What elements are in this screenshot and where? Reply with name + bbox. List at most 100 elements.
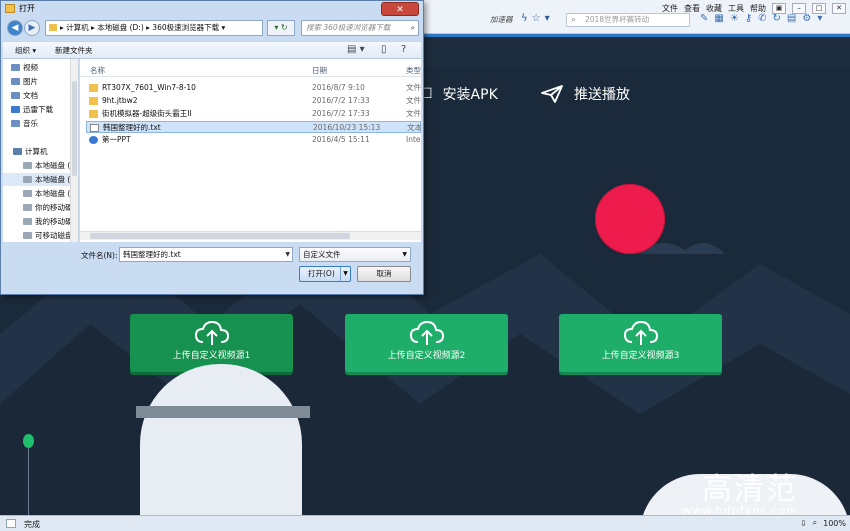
nav-documents[interactable]: 文档 [3, 89, 71, 102]
bookmark-icon[interactable]: ▤ [787, 13, 796, 24]
picture-library-icon [11, 78, 20, 85]
file-name: 韩国整理好的.txt [103, 123, 161, 132]
more-icon[interactable]: ▾ [817, 13, 822, 24]
nav-push-play-label: 推送播放 [574, 87, 630, 103]
file-row[interactable]: 第一PPT 2016/4/5 15:11 Inte [86, 134, 421, 146]
path-drive-d[interactable]: 本地磁盘 (D:) [97, 23, 144, 32]
address-bar[interactable]: ▸ 计算机 ▸ 本地磁盘 (D:) ▸ 360极速浏览器下载 ▾ [45, 20, 263, 36]
removable-drive-icon [23, 218, 32, 225]
view-options-icon[interactable]: ▤ ▾ [347, 44, 365, 55]
nav-drive-c[interactable]: 本地磁盘 (C:) [3, 159, 71, 172]
help-icon[interactable]: ? [401, 44, 406, 55]
nav-removable-1[interactable]: 你的移动硬盘 [3, 201, 71, 214]
settings-icon[interactable]: ⚙ [802, 13, 811, 24]
antenna-light [23, 434, 34, 448]
nav-removable-1-label: 你的移动硬盘 [35, 203, 71, 212]
menu-favorites[interactable]: 收藏 [706, 3, 722, 14]
file-row[interactable]: 9ht.jtbw2 2016/7/2 17:33 文件 [86, 95, 421, 107]
file-list-scroll-thumb[interactable] [90, 233, 350, 239]
file-type: 文本 [407, 123, 421, 132]
forward-button[interactable]: ▶ [24, 20, 40, 36]
nav-pane-scrollbar[interactable] [70, 59, 78, 242]
path-download-folder[interactable]: 360极速浏览器下载 [152, 23, 219, 32]
maximize-button[interactable]: □ [812, 2, 826, 14]
key-icon[interactable]: ⚷ [745, 13, 752, 24]
open-split-dropdown[interactable]: ▼ [340, 267, 350, 281]
column-name[interactable]: 名称 [90, 65, 105, 76]
search-icon: ⌕ [410, 23, 415, 32]
nav-push-play[interactable]: 推送播放 [540, 84, 630, 104]
cancel-button[interactable]: 取消 [357, 266, 411, 282]
translate-icon[interactable]: ☀ [730, 13, 739, 24]
zoom-level[interactable]: 100% [823, 519, 846, 528]
file-list-scrollbar[interactable] [80, 231, 421, 240]
browser-search-input[interactable]: ⌕ 2018世界杯赛转动 [566, 13, 690, 27]
file-row-selected[interactable]: 韩国整理好的.txt 2016/10/23 15:13 文本 [86, 121, 421, 133]
folder-icon [5, 4, 15, 13]
folder-search-input[interactable]: 搜索 360极速浏览器下载 ⌕ [301, 20, 419, 36]
new-folder-button[interactable]: 新建文件夹 [55, 45, 93, 56]
nav-music[interactable]: 音乐 [3, 117, 71, 130]
organize-button[interactable]: 组织 ▾ [15, 45, 36, 56]
upload-source-2-button[interactable]: 上传自定义视频源2 [345, 314, 508, 372]
file-type: 文件 [406, 96, 421, 105]
menu-view[interactable]: 查看 [684, 3, 700, 14]
watermark-logo: 高清范 [702, 472, 798, 507]
shortcut-icon [89, 136, 98, 144]
preview-pane-icon[interactable]: ▯ [381, 44, 387, 55]
music-library-icon [11, 120, 20, 127]
menu-help[interactable]: 帮助 [750, 3, 766, 14]
drive-icon [23, 162, 32, 169]
menu-file[interactable]: 文件 [662, 3, 678, 14]
lightning-icon[interactable]: ϟ [521, 13, 528, 24]
zoom-icon[interactable]: ⌕ [813, 518, 817, 528]
menu-tools[interactable]: 工具 [728, 3, 744, 14]
file-row[interactable]: 街机模拟器-超级街头霸王II 2016/7/2 17:33 文件 [86, 108, 421, 120]
refresh-icon[interactable]: ↻ [773, 13, 781, 24]
filetype-select[interactable]: 自定义文件 ▼ [299, 247, 411, 262]
nav-thunder-downloads[interactable]: 迅雷下载 [3, 103, 71, 116]
chat-icon[interactable]: ✎ [700, 13, 708, 24]
nav-videos[interactable]: 视频 [3, 61, 71, 74]
open-button[interactable]: 打开(O) ▼ [299, 266, 351, 282]
minimize-button[interactable]: – [792, 2, 806, 14]
nav-pictures[interactable]: 图片 [3, 75, 71, 88]
file-row[interactable]: RT307X_7601_Win7-8-10 2016/8/7 9:10 文件 [86, 82, 421, 94]
nav-removable-2[interactable]: 我的移动硬盘 [3, 215, 71, 228]
watermark-url: www.hdpfans.com [682, 504, 798, 515]
filename-input[interactable]: 韩国整理好的.txt ▼ [119, 247, 293, 262]
upload-source-1-label: 上传自定义视频源1 [172, 351, 251, 361]
nav-computer[interactable]: 计算机 [3, 145, 71, 158]
file-name: 9ht.jtbw2 [102, 96, 138, 105]
cloud-upload-icon [194, 320, 229, 345]
nav-install-apk[interactable]: ☐ 安装APK [420, 84, 498, 104]
wrench-icon[interactable]: ✆ [758, 13, 766, 24]
file-date: 2016/7/2 17:33 [312, 96, 370, 105]
column-type[interactable]: 类型 [406, 65, 421, 76]
download-icon[interactable]: ⇩ [800, 519, 807, 528]
cloud-upload-icon [623, 320, 658, 345]
chevron-down-icon[interactable]: ▾ [545, 13, 550, 24]
rocket-band [136, 406, 310, 418]
nav-drive-d[interactable]: 本地磁盘 (D:) [3, 173, 71, 186]
accelerator-label[interactable]: 加速器 [490, 14, 513, 25]
browser-search-text: 2018世界杯赛转动 [585, 15, 650, 24]
star-icon[interactable]: ☆ [532, 13, 541, 24]
path-computer[interactable]: 计算机 [66, 23, 89, 32]
upload-source-1-button[interactable]: 上传自定义视频源1 [130, 314, 293, 372]
column-date[interactable]: 日期 [312, 65, 327, 76]
grid-icon[interactable]: ▦ [714, 13, 723, 24]
nav-pane-scroll-thumb[interactable] [72, 81, 77, 176]
nav-removable-3[interactable]: 可移动磁盘 [3, 229, 71, 242]
skin-icon[interactable]: ▣ [772, 2, 786, 14]
back-button[interactable]: ◀ [7, 20, 23, 36]
file-name: 街机模拟器-超级街头霸王II [102, 109, 192, 118]
close-window-button[interactable]: ✕ [832, 2, 846, 14]
refresh-button[interactable]: ▾ ↻ [267, 20, 295, 36]
dialog-title-bar[interactable]: 打开 ✕ [1, 1, 423, 17]
upload-source-3-button[interactable]: 上传自定义视频源3 [559, 314, 722, 372]
chevron-down-icon[interactable]: ▼ [285, 248, 290, 261]
dialog-close-button[interactable]: ✕ [381, 2, 419, 16]
nav-drive-e[interactable]: 本地磁盘 (E:) [3, 187, 71, 200]
address-icons: ϟ ☆ ▾ [521, 13, 550, 24]
